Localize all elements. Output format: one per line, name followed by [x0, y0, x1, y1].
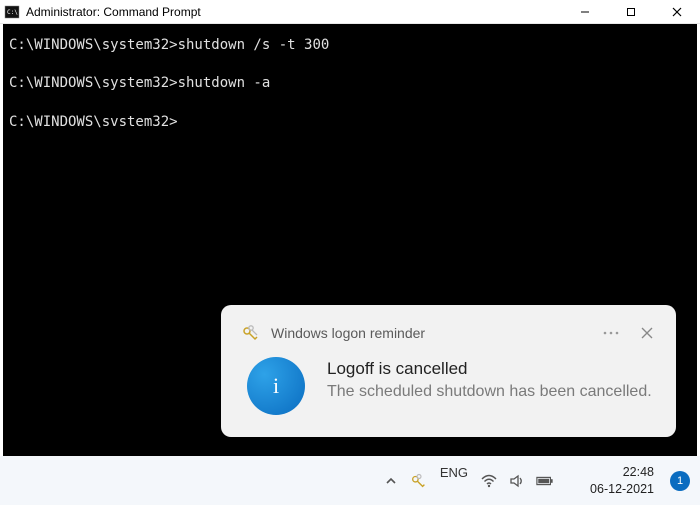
close-button[interactable] [654, 0, 700, 24]
terminal-line: C:\WINDOWS\svstem32> [9, 111, 691, 133]
minimize-button[interactable] [562, 0, 608, 24]
date-text: 06-12-2021 [590, 481, 654, 497]
cmd-icon: C:\ [4, 4, 20, 20]
tray-app-icon[interactable] [410, 472, 428, 490]
notification-toast[interactable]: Windows logon reminder i Logoff is cance… [221, 305, 676, 437]
system-tray[interactable] [480, 472, 554, 490]
svg-text:C:\: C:\ [7, 9, 18, 16]
info-icon: i [247, 357, 305, 415]
battery-icon[interactable] [536, 472, 554, 490]
keys-icon [241, 323, 261, 343]
terminal-line: C:\WINDOWS\system32>shutdown -a [9, 72, 691, 94]
language-indicator[interactable]: ENG [440, 465, 468, 480]
clock[interactable]: 22:48 06-12-2021 [590, 464, 654, 497]
toast-header: Windows logon reminder [241, 323, 656, 343]
toast-message: The scheduled shutdown has been cancelle… [327, 381, 652, 403]
tray-overflow-button[interactable] [384, 474, 398, 488]
taskbar: ENG 22:48 06-12-2021 1 [0, 456, 700, 505]
volume-icon[interactable] [508, 472, 526, 490]
toast-close-button[interactable] [638, 324, 656, 342]
time-text: 22:48 [590, 464, 654, 480]
window-title: Administrator: Command Prompt [26, 5, 562, 19]
toast-title: Logoff is cancelled [327, 359, 652, 379]
toast-more-button[interactable] [602, 324, 620, 342]
wifi-icon[interactable] [480, 472, 498, 490]
maximize-button[interactable] [608, 0, 654, 24]
window-controls [562, 0, 700, 23]
notification-badge[interactable]: 1 [670, 471, 690, 491]
toast-app-name: Windows logon reminder [271, 325, 602, 341]
terminal-line: C:\WINDOWS\system32>shutdown /s -t 300 [9, 34, 691, 56]
toast-body: i Logoff is cancelled The scheduled shut… [241, 357, 656, 415]
window-titlebar: C:\ Administrator: Command Prompt [0, 0, 700, 24]
